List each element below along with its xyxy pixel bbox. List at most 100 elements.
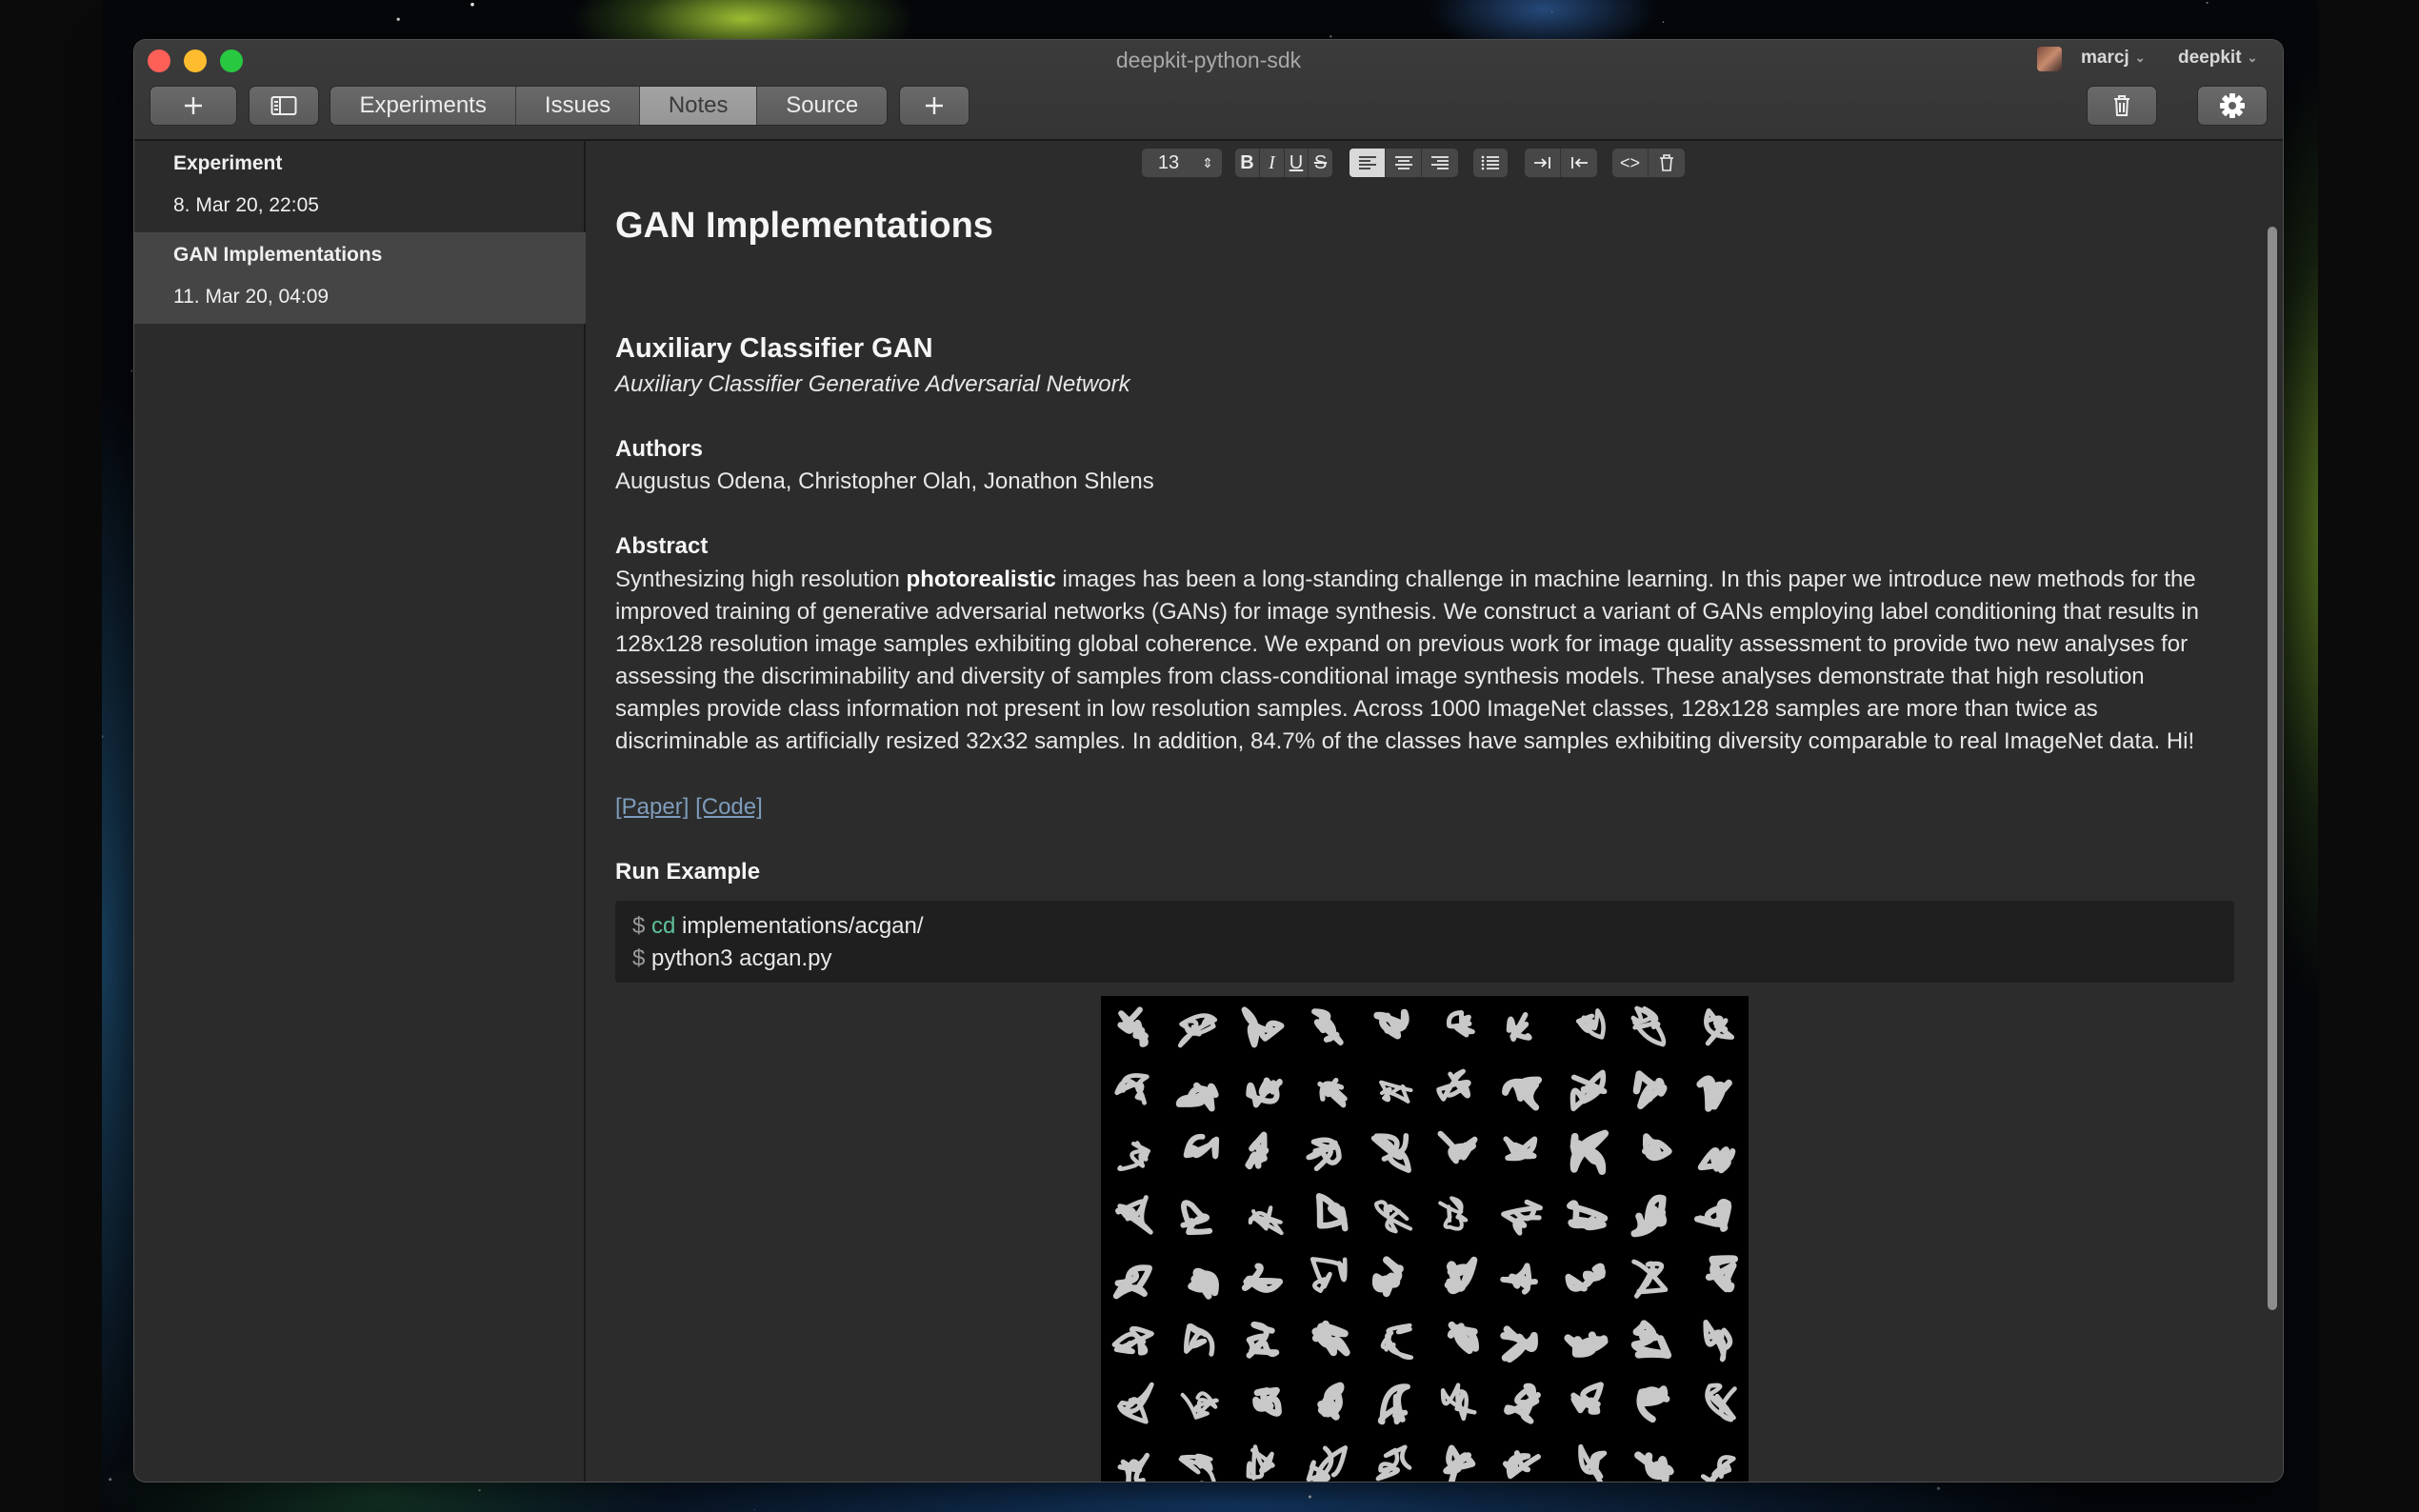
indent-group xyxy=(1525,149,1597,177)
list-button[interactable] xyxy=(1473,149,1508,177)
abstract-label: Abstract xyxy=(615,533,709,559)
align-center-icon xyxy=(1394,156,1412,169)
indent-button[interactable] xyxy=(1525,149,1561,177)
note-list-item-selected[interactable]: GAN Implementations 11. Mar 20, 04:09 xyxy=(134,232,586,324)
user-avatar xyxy=(2037,47,2062,71)
organization-name: deepkit xyxy=(2178,48,2242,68)
alignment-group xyxy=(1349,149,1458,177)
generated-sample xyxy=(1570,1382,1604,1415)
align-right-icon xyxy=(1431,156,1449,169)
generated-sample xyxy=(1503,1136,1538,1162)
generated-sample xyxy=(1642,1133,1672,1162)
generated-sample xyxy=(1175,1082,1219,1112)
run-example-label: Run Example xyxy=(615,859,761,885)
sidebar-toggle-icon xyxy=(270,96,297,115)
generated-sample xyxy=(1373,1008,1409,1040)
generated-sample xyxy=(1636,1385,1670,1423)
tab-notes[interactable]: Notes xyxy=(639,87,758,125)
generated-sample xyxy=(1184,1323,1215,1357)
generated-sample xyxy=(1631,1259,1669,1299)
add-tab-button[interactable] xyxy=(899,86,970,126)
paper-link[interactable]: [Paper] xyxy=(615,794,689,820)
generated-sample xyxy=(1630,1320,1672,1360)
underline-button[interactable]: U xyxy=(1285,149,1309,177)
new-note-button[interactable] xyxy=(150,86,237,126)
note-item-date: 11. Mar 20, 04:09 xyxy=(173,286,330,308)
code-button[interactable]: <> xyxy=(1612,149,1649,177)
shell-command: cd xyxy=(651,913,676,939)
stepper-arrows-icon[interactable]: ⇕ xyxy=(1195,149,1220,177)
generated-sample xyxy=(1502,1076,1543,1111)
insert-group: <> xyxy=(1612,149,1685,177)
generated-sample xyxy=(1567,1200,1609,1231)
gan-samples-image xyxy=(1101,996,1749,1482)
generated-sample xyxy=(1117,1006,1149,1047)
generated-sample xyxy=(1444,1256,1478,1295)
generated-sample xyxy=(1241,1006,1285,1048)
code-block[interactable]: $ cd implementations/acgan/ $ python3 ac… xyxy=(615,901,2234,983)
generated-sample xyxy=(1111,1325,1154,1356)
generated-sample xyxy=(1117,1382,1154,1424)
generated-sample xyxy=(1578,1443,1608,1482)
generated-sample xyxy=(1115,1195,1153,1235)
generated-sample xyxy=(1375,1444,1412,1482)
italic-button[interactable]: I xyxy=(1260,149,1285,177)
indent-icon xyxy=(1533,157,1550,169)
generated-sample xyxy=(1248,1205,1284,1236)
outdent-button[interactable] xyxy=(1561,149,1597,177)
generated-sample xyxy=(1371,1256,1404,1298)
generated-sample xyxy=(1630,1005,1667,1047)
generated-sample xyxy=(1697,1146,1736,1174)
generated-sample xyxy=(1180,1200,1213,1236)
editor-scrollbar[interactable] xyxy=(2268,227,2277,1310)
generated-sample xyxy=(1704,1008,1735,1046)
note-item-title: Experiment xyxy=(173,152,283,174)
generated-sample xyxy=(1575,1008,1606,1040)
app-window: deepkit-python-sdk marcj ⌄ deepkit ⌄ Exp… xyxy=(134,40,2283,1482)
generated-sample xyxy=(1504,1383,1541,1424)
generated-sample xyxy=(1245,1131,1269,1170)
align-center-button[interactable] xyxy=(1386,149,1422,177)
toggle-sidebar-button[interactable] xyxy=(249,86,319,126)
user-name: marcj xyxy=(2081,48,2129,68)
align-left-button[interactable] xyxy=(1349,149,1386,177)
generated-sample xyxy=(1436,1068,1471,1102)
generated-sample xyxy=(1178,1453,1216,1482)
generated-sample xyxy=(1703,1319,1733,1363)
user-menu[interactable]: marcj ⌄ xyxy=(2081,48,2146,69)
generated-sample xyxy=(1500,1263,1538,1295)
note-title: GAN Implementations xyxy=(615,206,993,246)
generated-sample xyxy=(1569,1129,1609,1175)
generated-sample xyxy=(1183,1133,1220,1160)
delete-note-button[interactable] xyxy=(2087,86,2157,126)
generated-sample xyxy=(1377,1383,1410,1425)
trash-icon xyxy=(2114,95,2129,116)
generated-sample xyxy=(1565,1263,1606,1292)
shell-prompt: $ xyxy=(632,945,646,971)
generated-sample xyxy=(1188,1267,1219,1300)
note-list-item[interactable]: Experiment 8. Mar 20, 22:05 xyxy=(134,141,586,232)
tab-source[interactable]: Source xyxy=(757,87,887,125)
generated-sample xyxy=(1705,1255,1738,1293)
generated-sample xyxy=(1694,1199,1732,1232)
tab-experiments[interactable]: Experiments xyxy=(330,87,517,125)
settings-button[interactable] xyxy=(2197,86,2268,126)
generated-sample xyxy=(1500,1325,1538,1363)
generated-sample xyxy=(1252,1386,1282,1417)
align-right-button[interactable] xyxy=(1422,149,1458,177)
strikethrough-button[interactable]: S xyxy=(1309,149,1332,177)
clear-format-button[interactable] xyxy=(1649,149,1685,177)
organization-menu[interactable]: deepkit ⌄ xyxy=(2178,48,2257,69)
generated-sample xyxy=(1443,1444,1476,1482)
bold-button[interactable]: B xyxy=(1235,149,1260,177)
font-size-stepper[interactable]: 13 ⇕ xyxy=(1142,149,1222,177)
generated-sample xyxy=(1634,1451,1674,1482)
window-title: deepkit-python-sdk xyxy=(1115,48,1302,72)
code-link[interactable]: [Code] xyxy=(695,794,763,820)
shell-args: implementations/acgan/ xyxy=(675,913,924,939)
abstract-bold-word: photorealistic xyxy=(906,567,1056,592)
note-item-date: 8. Mar 20, 22:05 xyxy=(173,194,319,216)
generated-sample xyxy=(1501,1199,1543,1236)
tab-issues[interactable]: Issues xyxy=(516,87,640,125)
generated-sample xyxy=(1374,1200,1413,1234)
